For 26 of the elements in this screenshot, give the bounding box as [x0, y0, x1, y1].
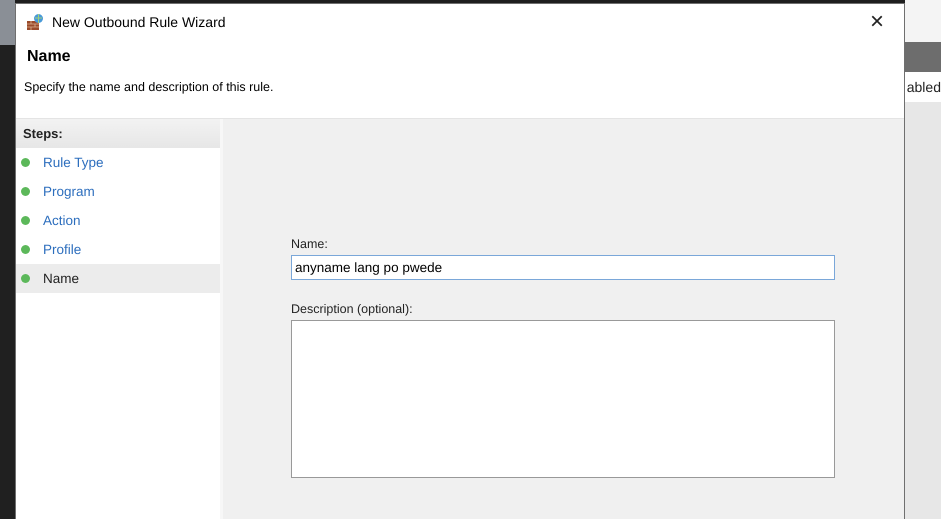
step-link[interactable]: Program: [43, 184, 95, 199]
steps-heading: Steps:: [16, 119, 220, 148]
status-dot-icon: [21, 187, 30, 196]
name-label: Name:: [291, 237, 328, 251]
close-button[interactable]: ×: [862, 10, 892, 34]
step-link[interactable]: Name: [43, 271, 80, 286]
step-link[interactable]: Profile: [43, 242, 82, 257]
status-dot-icon: [21, 158, 30, 167]
status-dot-icon: [21, 274, 30, 283]
status-dot-icon: [21, 245, 30, 254]
step-link[interactable]: Rule Type: [43, 155, 104, 170]
step-item[interactable]: Name: [16, 264, 220, 293]
page-heading: Name: [27, 48, 72, 66]
step-item[interactable]: Action: [16, 206, 220, 235]
status-dot-icon: [21, 216, 30, 225]
step-item[interactable]: Profile: [16, 235, 220, 264]
window-title: New Outbound Rule Wizard: [52, 14, 227, 30]
step-link[interactable]: Action: [43, 213, 81, 228]
step-item[interactable]: Program: [16, 177, 220, 206]
name-field[interactable]: anyname lang po pwede: [291, 255, 835, 280]
step-item[interactable]: Rule Type: [16, 148, 220, 177]
firewall-globe-icon: [26, 13, 44, 31]
description-label: Description (optional):: [291, 302, 413, 316]
background-window-text: abled: [905, 72, 941, 102]
page-description: Specify the name and description of this rule.: [24, 80, 274, 94]
description-field[interactable]: [291, 320, 835, 478]
